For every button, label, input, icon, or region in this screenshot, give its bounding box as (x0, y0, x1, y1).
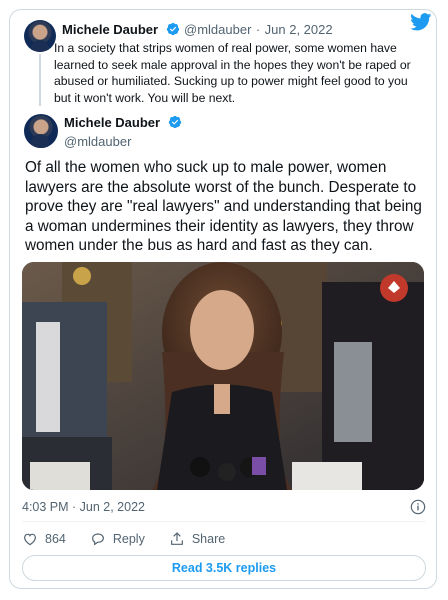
quoted-author-avatar[interactable] (24, 20, 56, 52)
quoted-tweet-text: In a society that strips women of real p… (54, 41, 411, 105)
quoted-separator: · (255, 22, 261, 37)
reply-icon (91, 533, 104, 546)
like-button[interactable]: 864 (22, 531, 66, 547)
tweet-timestamp[interactable]: 4:03 PM · Jun 2, 2022 (22, 500, 145, 514)
author-name[interactable]: Michele Dauber (64, 115, 160, 130)
author-avatar[interactable] (24, 114, 58, 148)
author-handle[interactable]: @mldauber (64, 134, 182, 149)
info-icon[interactable] (410, 499, 426, 515)
tweet-text: Of all the women who suck up to male pow… (25, 159, 422, 254)
reply-button[interactable]: Reply (90, 531, 145, 547)
verified-badge-icon (166, 22, 179, 36)
quoted-date[interactable]: Jun 2, 2022 (265, 22, 333, 37)
quoted-author-name[interactable]: Michele Dauber (62, 22, 158, 37)
heart-icon (24, 533, 36, 546)
thread-connector-line (39, 54, 41, 106)
reply-label: Reply (112, 532, 145, 546)
actions-divider (22, 521, 426, 522)
quoted-author-handle[interactable]: @mldauber (184, 22, 251, 37)
twitter-bird-icon[interactable] (410, 13, 432, 31)
quoted-header: Michele Dauber @mldauber · Jun 2, 2022 (62, 21, 333, 39)
verified-badge-icon (168, 115, 181, 129)
tweet-media-image[interactable] (22, 262, 424, 490)
share-label: Share (191, 532, 226, 546)
share-button[interactable]: Share (169, 531, 225, 547)
author-header: Michele Dauber @mldauber (64, 114, 182, 149)
press-conference-photo (22, 262, 424, 490)
read-replies-button[interactable]: Read 3.5K replies (22, 555, 426, 581)
tweet-actions: 864 Reply Share (22, 531, 249, 547)
share-icon (170, 532, 183, 545)
like-count: 864 (45, 532, 66, 546)
